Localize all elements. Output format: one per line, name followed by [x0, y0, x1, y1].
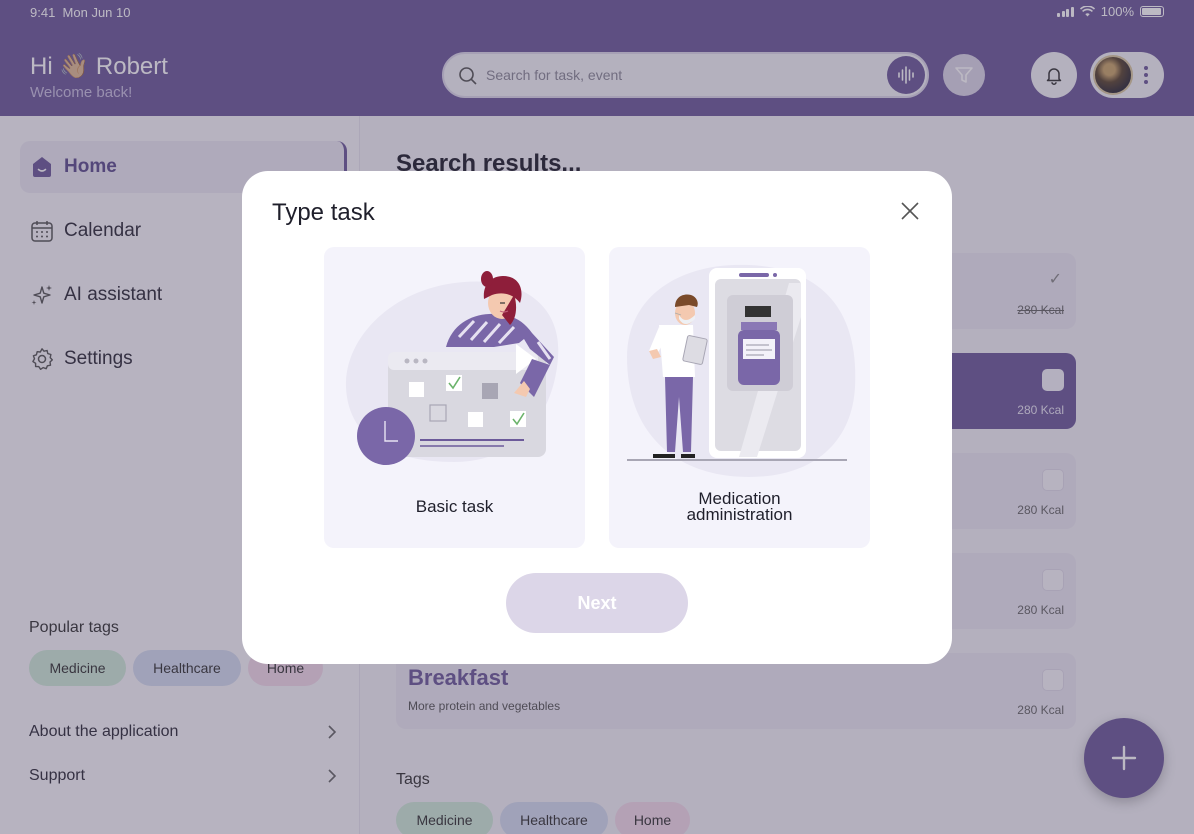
- next-button[interactable]: Next: [506, 573, 688, 633]
- medication-illustration: [627, 264, 856, 477]
- dialog-title: Type task: [272, 199, 375, 226]
- basic-task-illustration: [345, 271, 559, 465]
- option-label-line2: administration: [686, 505, 793, 524]
- close-icon[interactable]: [898, 199, 922, 223]
- option-label: Medication administration: [609, 490, 870, 524]
- type-task-dialog: Type task Basic task Medication administ…: [242, 171, 952, 664]
- option-basic-task[interactable]: Basic task: [324, 247, 585, 548]
- option-label: Basic task: [415, 497, 494, 516]
- option-medication-administration[interactable]: Medication administration: [609, 247, 870, 548]
